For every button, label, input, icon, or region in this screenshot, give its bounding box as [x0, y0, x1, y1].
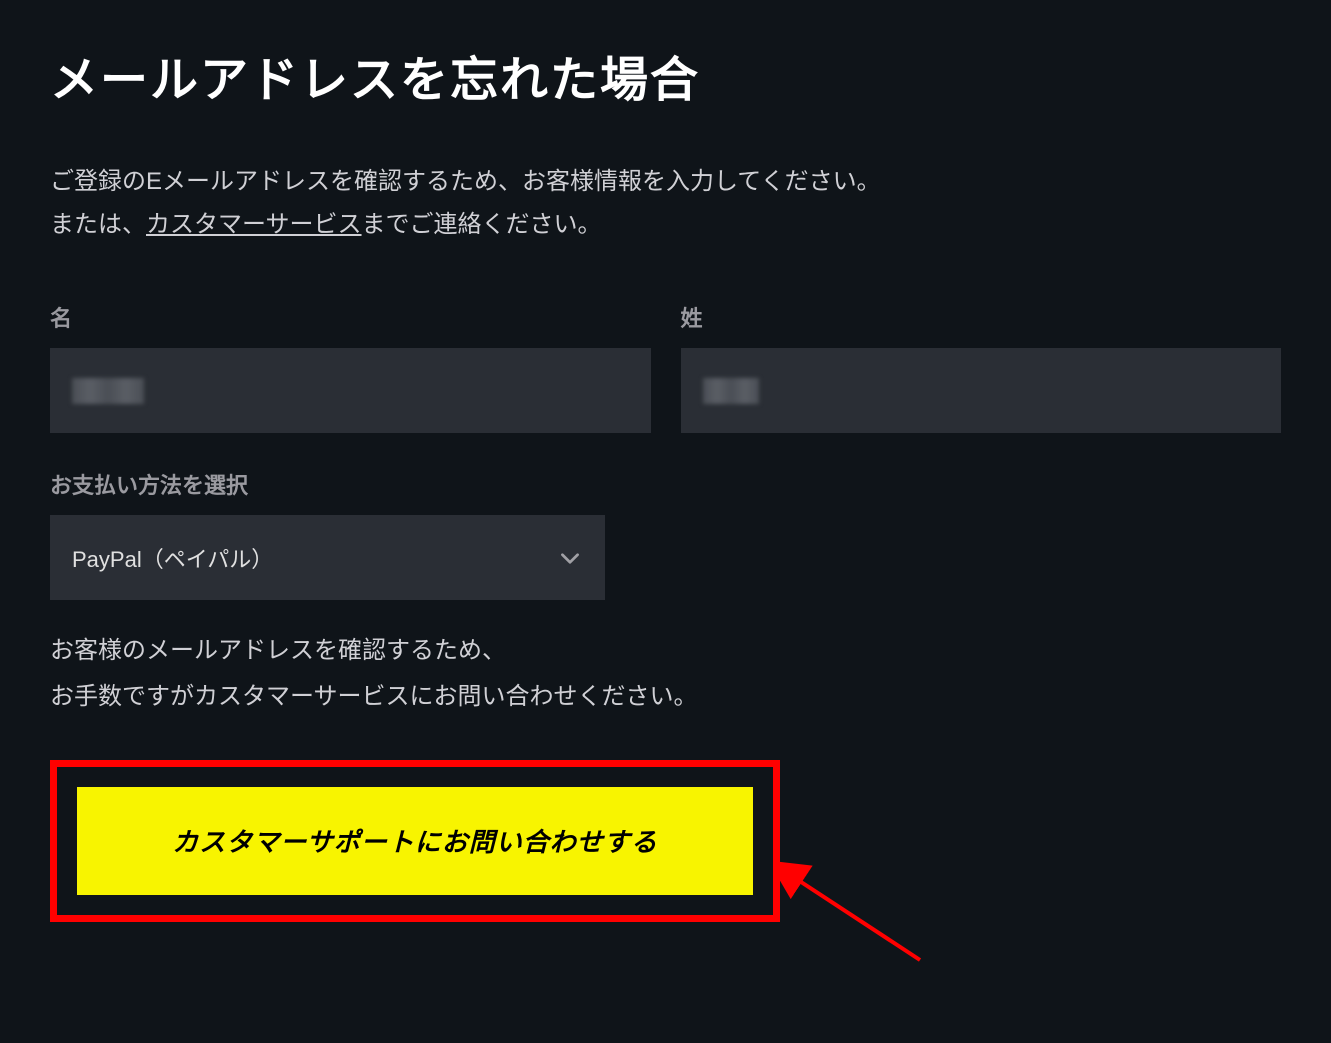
- info-line2: お手数ですがカスタマーサービスにお問い合わせください。: [50, 674, 1281, 720]
- info-text: お客様のメールアドレスを確認するため、 お手数ですがカスタマーサービスにお問い合…: [50, 628, 1281, 719]
- description-line1: ご登録のEメールアドレスを確認するため、お客様情報を入力してください。: [50, 168, 881, 195]
- description-line2-prefix: または、: [50, 211, 146, 238]
- redacted-value-icon: [72, 378, 144, 404]
- contact-support-button[interactable]: カスタマーサポートにお問い合わせする: [77, 787, 753, 895]
- info-line1: お客様のメールアドレスを確認するため、: [50, 628, 1281, 674]
- last-name-field[interactable]: [681, 348, 1282, 433]
- redacted-value-icon: [703, 378, 759, 404]
- last-name-label: 姓: [681, 301, 1282, 333]
- payment-method-select[interactable]: PayPal（ペイパル）: [50, 515, 605, 600]
- description-text: ご登録のEメールアドレスを確認するため、お客様情報を入力してください。 または、…: [50, 160, 1281, 246]
- payment-method-label: お支払い方法を選択: [50, 468, 605, 500]
- payment-method-selected-value: PayPal（ペイパル）: [72, 542, 273, 574]
- description-line2-suffix: までご連絡ください。: [362, 211, 602, 238]
- arrow-annotation-icon: [780, 860, 940, 980]
- first-name-field[interactable]: [50, 348, 651, 433]
- chevron-down-icon: [557, 545, 583, 571]
- customer-service-link[interactable]: カスタマーサービス: [146, 211, 362, 238]
- highlight-annotation: カスタマーサポートにお問い合わせする: [50, 760, 780, 922]
- page-title: メールアドレスを忘れた場合: [50, 40, 1281, 110]
- first-name-label: 名: [50, 301, 651, 333]
